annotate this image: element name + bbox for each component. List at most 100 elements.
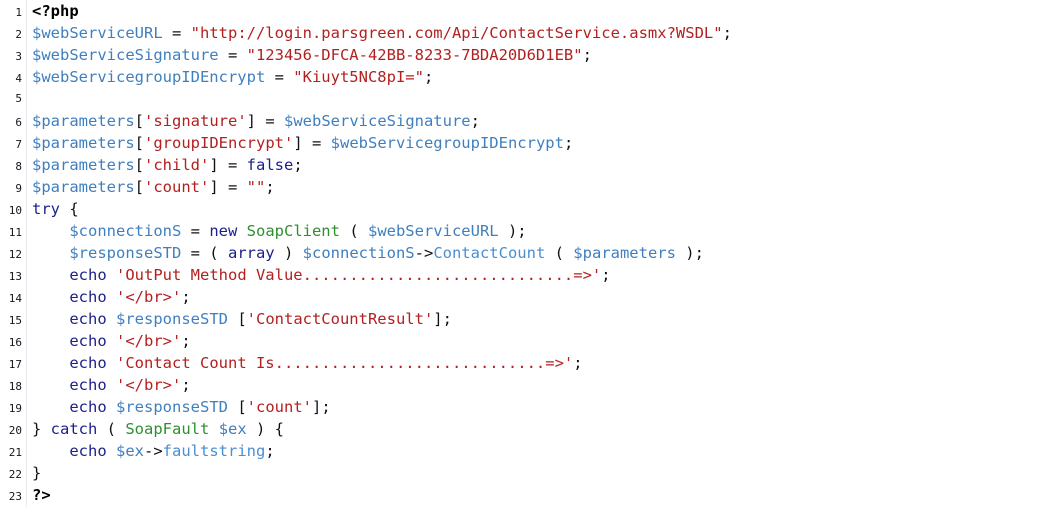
token-kw: echo (69, 288, 107, 306)
line-content: $connectionS = new SoapClient ( $webServ… (26, 220, 526, 242)
code-line: 19 echo $responseSTD ['count']; (0, 396, 1040, 418)
line-number: 10 (8, 204, 22, 217)
code-line: 5 (0, 88, 1040, 110)
token-prop: faultstring (162, 442, 266, 460)
token-plain: = ( (181, 244, 228, 262)
line-number: 8 (15, 160, 22, 173)
line-content: } catch ( SoapFault $ex ) { (26, 418, 284, 440)
token-var: $webServiceSignature (284, 112, 471, 130)
line-content: $webServiceSignature = "123456-DFCA-42BB… (26, 44, 592, 66)
code-line: 12 $responseSTD = ( array ) $connectionS… (0, 242, 1040, 264)
code-line: 6 $parameters['signature'] = $webServiceS… (0, 110, 1040, 132)
line-content: $parameters['count'] = ""; (26, 176, 275, 198)
token-punct: ( (97, 420, 126, 438)
line-content: echo '</br>'; (26, 286, 190, 308)
token-kw: array (227, 244, 275, 262)
token-str: 'count' (246, 398, 312, 416)
line-number: 11 (8, 226, 22, 239)
line-content: $parameters['signature'] = $webServiceSi… (26, 110, 480, 132)
token-str: "Kiuyt5NC8pI=" (293, 68, 424, 86)
line-content: echo $responseSTD ['count']; (26, 396, 331, 418)
line-content: ?> (26, 484, 51, 506)
token-punct: ( (339, 222, 368, 240)
token-tag: ?> (32, 486, 51, 504)
token-plain: = (218, 156, 247, 174)
token-str: 'ContactCountResult' (246, 310, 434, 328)
token-punct: -> (414, 244, 434, 262)
token-var: $webServicegroupIDEncrypt (330, 134, 564, 152)
token-punct: ( (545, 244, 574, 262)
token-kw: echo (69, 442, 107, 460)
token-punct: ; (265, 442, 275, 460)
code-line: 1 <?php (0, 0, 1040, 22)
line-content: $parameters['groupIDEncrypt'] = $webServ… (26, 132, 573, 154)
token-kw: catch (50, 420, 98, 438)
token-str: '</br>' (116, 332, 182, 350)
code-listing: 1 <?php 2 $webServiceURL = "http://login.pa… (0, 0, 1040, 507)
token-plain: = (181, 222, 210, 240)
token-kw: false (246, 156, 294, 174)
line-number: 13 (8, 270, 22, 283)
code-line: 10 try { (0, 198, 1040, 220)
token-punct: ; (265, 178, 275, 196)
code-line: 3 $webServiceSignature = "123456-DFCA-42B… (0, 44, 1040, 66)
token-var: $webServiceSignature (32, 46, 219, 64)
token-str: "123456-DFCA-42BB-8233-7BDA20D6D1EB" (246, 46, 583, 64)
token-punct: [ (227, 398, 247, 416)
token-kw: try (32, 200, 60, 218)
token-punct: } (32, 420, 51, 438)
token-str: 'OutPut Method Value....................… (116, 266, 602, 284)
token-plain: = (265, 68, 294, 86)
token-str: 'signature' (144, 112, 247, 130)
token-punct: ) { (246, 420, 285, 438)
token-punct: ] (293, 134, 303, 152)
token-str: 'count' (144, 178, 210, 196)
token-punct: ]; (433, 310, 452, 328)
token-var: $connectionS (69, 222, 182, 240)
token-kw: echo (69, 310, 107, 328)
token-kw: new (209, 222, 238, 240)
token-var: $parameters (32, 112, 135, 130)
token-method: ContactCount (433, 244, 546, 262)
code-line: 9 $parameters['count'] = ""; (0, 176, 1040, 198)
line-number: 21 (8, 446, 22, 459)
code-line: 8 $parameters['child'] = false; (0, 154, 1040, 176)
token-class: SoapFault (125, 420, 210, 438)
token-punct: [ (227, 310, 247, 328)
token-plain: = (162, 24, 191, 42)
token-punct: [ (134, 134, 144, 152)
token-plain: = (218, 178, 247, 196)
code-line: 21 echo $ex->faultstring; (0, 440, 1040, 462)
token-str: 'child' (144, 156, 210, 174)
line-content: try { (26, 198, 79, 220)
line-number: 3 (15, 50, 22, 63)
token-punct: ]; (311, 398, 331, 416)
line-content: echo '</br>'; (26, 330, 191, 352)
token-str: '</br>' (116, 376, 182, 394)
token-punct: ; (293, 156, 303, 174)
line-content: echo $responseSTD ['ContactCountResult']… (26, 308, 452, 330)
code-line: 7 $parameters['groupIDEncrypt'] = $webSer… (0, 132, 1040, 154)
line-number: 5 (15, 92, 22, 105)
token-var: $responseSTD (116, 310, 228, 328)
token-str: 'Contact Count Is.......................… (116, 354, 574, 372)
line-content: $webServicegroupIDEncrypt = "Kiuyt5NC8pI… (26, 66, 433, 88)
token-var: $responseSTD (69, 244, 182, 262)
code-lines-container: 1 <?php 2 $webServiceURL = "http://login.pa… (0, 0, 1040, 506)
line-number: 18 (8, 380, 22, 393)
token-punct: ; (181, 332, 191, 350)
line-number: 19 (8, 402, 22, 415)
code-line: 14 echo '</br>'; (0, 286, 1040, 308)
line-number: 23 (8, 490, 22, 503)
code-line: 18 echo '</br>'; (0, 374, 1040, 396)
token-punct: [ (134, 178, 144, 196)
